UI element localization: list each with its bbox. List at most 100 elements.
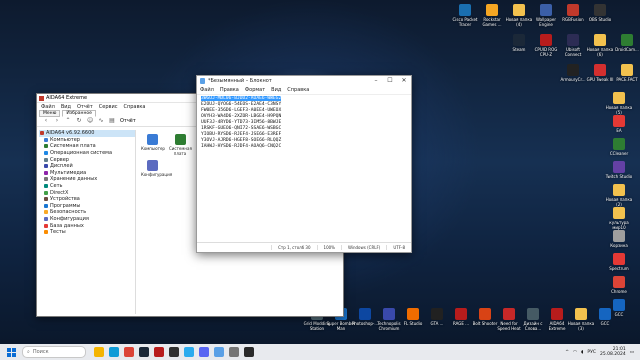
- app-icon: [613, 207, 625, 219]
- aida64-menu-help[interactable]: Справка: [123, 104, 145, 110]
- tree-item[interactable]: Дисплей: [39, 163, 135, 170]
- desktop-icon[interactable]: GCC: [590, 308, 620, 326]
- tree-item[interactable]: Хранение данных: [39, 176, 135, 183]
- notepad-window[interactable]: *Безымянный – Блокнот – ☐ ✕ Файл Правка …: [196, 75, 412, 253]
- tree-item[interactable]: Компьютер: [39, 137, 135, 144]
- desktop-icon[interactable]: Новая папка (4): [504, 4, 534, 27]
- desktop-icon[interactable]: DroidCam...: [612, 34, 640, 52]
- notepad-text-area[interactable]: 3WGUJ-MDL06-BJDD2-AOAE6-WWEG2 E2OUJ-QYOG6…: [199, 95, 409, 242]
- desktop-icon[interactable]: Новая папка (6): [585, 34, 615, 57]
- desktop-icon-label: Spectrum: [609, 266, 629, 271]
- app-icon: [594, 64, 606, 76]
- desktop-icon[interactable]: CCleaner: [604, 138, 634, 156]
- refresh-icon[interactable]: ↻: [76, 118, 82, 124]
- desktop-icon-label: Новая папка (2): [605, 197, 633, 207]
- tab-favorites[interactable]: Избранное: [62, 109, 96, 117]
- explorer-taskbar-icon[interactable]: [94, 347, 104, 357]
- tree-item[interactable]: Системная плата: [39, 143, 135, 150]
- notepad-menu-view[interactable]: Вид: [271, 87, 281, 93]
- notepad-menu-file[interactable]: Файл: [200, 87, 214, 93]
- tree-item[interactable]: Сеть: [39, 183, 135, 190]
- tree-item[interactable]: Тесты: [39, 229, 135, 236]
- tree-item-icon: [44, 197, 48, 202]
- category-tile[interactable]: Компьютер: [141, 134, 165, 156]
- notepad-taskbar-icon[interactable]: [214, 347, 224, 357]
- back-icon[interactable]: ‹: [43, 118, 49, 124]
- network-icon[interactable]: ◠: [573, 350, 577, 355]
- desktop-icon[interactable]: RGBFusion: [558, 4, 588, 22]
- desktop-icon[interactable]: Новая папка (5): [604, 92, 634, 115]
- desktop-icon[interactable]: Wallpaper Engine: [531, 4, 561, 27]
- taskbar-search-box[interactable]: ⌕ Поиск: [22, 346, 86, 358]
- tree-item-label: Хранение данных: [50, 176, 98, 183]
- telegram-taskbar-icon[interactable]: [184, 347, 194, 357]
- desktop-icon[interactable]: Spectrum: [604, 253, 634, 271]
- tree-item[interactable]: База данных: [39, 222, 135, 229]
- close-icon[interactable]: ✕: [397, 76, 411, 86]
- tree-item[interactable]: Сервер: [39, 156, 135, 163]
- report-icon[interactable]: ▤: [109, 118, 115, 124]
- tab-menu[interactable]: Меню: [39, 109, 61, 117]
- desktop-icon[interactable]: Twitch Studio: [604, 161, 634, 179]
- forward-icon[interactable]: ›: [54, 118, 60, 124]
- desktop-icon[interactable]: PACE.FACT: [612, 64, 640, 82]
- desktop-icon[interactable]: Корзина: [604, 230, 634, 248]
- tree-item[interactable]: Операционная система: [39, 150, 135, 157]
- chart-icon[interactable]: ∿: [98, 118, 104, 124]
- desktop-icon[interactable]: культура мир10: [604, 207, 634, 230]
- obs-taskbar-icon[interactable]: [169, 347, 179, 357]
- aida-taskbar-icon[interactable]: [154, 347, 164, 357]
- report-label[interactable]: Отчёт: [120, 118, 136, 124]
- desktop-icon[interactable]: Новая папка (2): [604, 184, 634, 207]
- desktop-icon-label: культура мир10: [609, 220, 629, 230]
- desktop-icon-label: Cisco Packet Tracer: [452, 17, 478, 27]
- tree-item[interactable]: DirectX: [39, 189, 135, 196]
- tree-item[interactable]: AIDA64 v6.92.6600: [39, 130, 135, 137]
- language-indicator[interactable]: РУС: [587, 350, 596, 355]
- status-position: Стр 1, столб 30: [271, 245, 316, 250]
- desktop-icon[interactable]: OBS Studio: [585, 4, 615, 22]
- aida64-tree: AIDA64 v6.92.6600 Компьютер Системная плат…: [39, 130, 136, 314]
- aida64-menu-service[interactable]: Сервис: [99, 104, 118, 110]
- desktop-icon[interactable]: Ubisoft Connect: [558, 34, 588, 57]
- desktop-icon[interactable]: Rockstar Games ...: [477, 4, 507, 27]
- maximize-icon[interactable]: ☐: [383, 76, 397, 86]
- tree-item[interactable]: Мультимедиа: [39, 170, 135, 177]
- notepad-menu-edit[interactable]: Правка: [220, 87, 239, 93]
- chevron-up-icon[interactable]: ^: [565, 350, 569, 355]
- notifications-icon[interactable]: ▭: [630, 350, 634, 355]
- taskbar-clock[interactable]: 21:01 25.08.2024: [600, 347, 626, 357]
- notepad-menu-format[interactable]: Формат: [245, 87, 265, 93]
- volume-icon[interactable]: ◖: [581, 350, 583, 355]
- tree-item[interactable]: Программы: [39, 203, 135, 210]
- category-tile[interactable]: Конфигурация: [141, 160, 172, 177]
- desktop-icon[interactable]: Chrome: [604, 276, 634, 294]
- desktop-icon[interactable]: GPU Tweak III: [585, 64, 615, 82]
- steam-taskbar-icon[interactable]: [139, 347, 149, 357]
- app-icon: [594, 4, 606, 16]
- edge-taskbar-icon[interactable]: [109, 347, 119, 357]
- desktop-icon[interactable]: Steam: [504, 34, 534, 52]
- app-icon: [613, 138, 625, 150]
- desktop-icon[interactable]: EA: [604, 115, 634, 133]
- tree-item-label: Сервер: [50, 156, 69, 163]
- minimize-icon[interactable]: –: [369, 76, 383, 86]
- desktop-icon[interactable]: CPUID ROG CPU-Z: [531, 34, 561, 57]
- settings-taskbar-icon[interactable]: [229, 347, 239, 357]
- tree-item[interactable]: Безопасность: [39, 209, 135, 216]
- desktop-icon-label: Корзина: [610, 243, 628, 248]
- notepad-menu-help[interactable]: Справка: [287, 87, 309, 93]
- notepad-titlebar[interactable]: *Безымянный – Блокнот – ☐ ✕: [197, 76, 411, 86]
- up-icon[interactable]: ⌃: [65, 118, 71, 124]
- desktop-icon[interactable]: ArmouryCr...: [558, 64, 588, 82]
- start-button[interactable]: [4, 345, 18, 359]
- category-tile[interactable]: Системная плата: [169, 134, 192, 156]
- desktop-icon[interactable]: Cisco Packet Tracer: [450, 4, 480, 27]
- chrome-taskbar-icon[interactable]: [124, 347, 134, 357]
- discord-taskbar-icon[interactable]: [199, 347, 209, 357]
- tree-item[interactable]: Конфигурация: [39, 216, 135, 223]
- user-icon[interactable]: ☺: [87, 118, 93, 124]
- tree-item[interactable]: Устройства: [39, 196, 135, 203]
- app-icon: [613, 253, 625, 265]
- epic-taskbar-icon[interactable]: [244, 347, 254, 357]
